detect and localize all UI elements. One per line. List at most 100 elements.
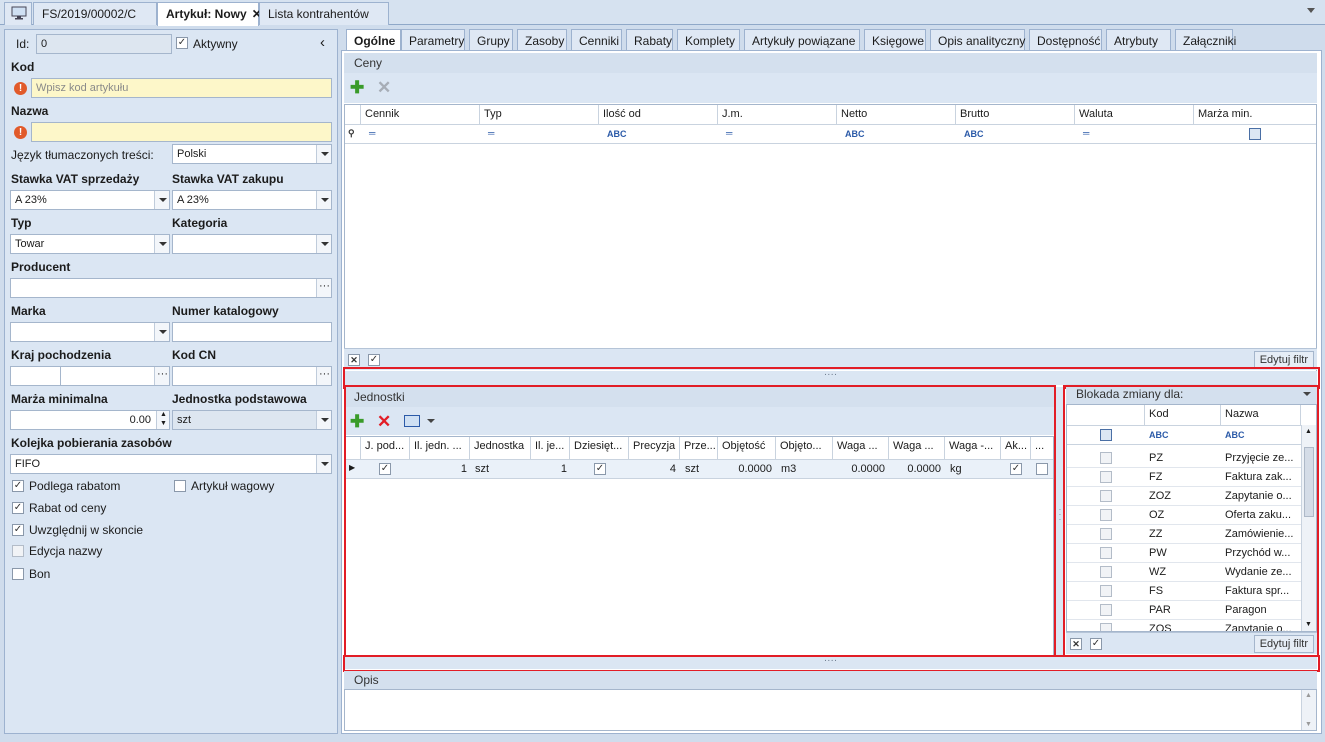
- waga-unit-cell[interactable]: kg: [950, 463, 962, 475]
- column-header[interactable]: Precyzja: [629, 437, 680, 459]
- vertical-scrollbar[interactable]: ▲ ▼: [1301, 690, 1316, 730]
- kod-cell[interactable]: ZZ: [1149, 528, 1162, 540]
- tab-ogolne[interactable]: Ogólne: [346, 29, 401, 52]
- bon-checkbox[interactable]: [12, 568, 24, 580]
- blokada-checkbox[interactable]: [1100, 452, 1112, 464]
- il-je-cell[interactable]: 1: [531, 463, 567, 475]
- scrollbar-thumb[interactable]: [1304, 447, 1314, 517]
- tab-zasoby[interactable]: Zasoby: [517, 29, 567, 51]
- waga-cell[interactable]: 0.0000: [833, 463, 885, 475]
- column-header[interactable]: Ak...: [1001, 437, 1031, 459]
- column-header[interactable]: Waga -...: [945, 437, 1001, 459]
- marza-minimalna-spinner[interactable]: 0.00 ▲ ▼: [10, 410, 170, 430]
- nazwa-cell[interactable]: Zapytanie o...: [1225, 623, 1299, 631]
- nazwa-cell[interactable]: Wydanie ze...: [1225, 566, 1299, 578]
- column-header[interactable]: Objętość: [718, 437, 776, 459]
- tab-parametry[interactable]: Parametry: [401, 29, 465, 51]
- table-row[interactable]: WZ Wydanie ze...: [1067, 563, 1301, 582]
- artykul-wagowy-checkbox[interactable]: [174, 480, 186, 492]
- kod-cell[interactable]: OZ: [1149, 509, 1164, 521]
- chevron-down-icon[interactable]: [316, 191, 331, 209]
- column-header[interactable]: Ilość od: [599, 105, 718, 124]
- extra-checkbox[interactable]: [1036, 463, 1048, 475]
- blokada-checkbox[interactable]: [1100, 547, 1112, 559]
- edycja-nazwy-checkbox[interactable]: [12, 545, 24, 557]
- kod-cell[interactable]: PW: [1149, 547, 1167, 559]
- table-row[interactable]: PW Przychód w...: [1067, 544, 1301, 563]
- ceny-filter-row[interactable]: ⚲ ═ ═ ABC ═ ABC ABC ═: [345, 124, 1316, 144]
- scroll-down-icon[interactable]: ▼: [1305, 621, 1312, 628]
- column-header[interactable]: Il. je...: [531, 437, 570, 459]
- jedn-podstawowa-checkbox[interactable]: ✓: [379, 463, 391, 475]
- nazwa-cell[interactable]: Paragon: [1225, 604, 1299, 616]
- column-header[interactable]: J.m.: [718, 105, 837, 124]
- ellipsis-icon[interactable]: ···: [316, 367, 331, 385]
- nazwa-cell[interactable]: Zapytanie o...: [1225, 490, 1299, 502]
- table-row[interactable]: FS Faktura spr...: [1067, 582, 1301, 601]
- blokada-checkbox[interactable]: [1100, 585, 1112, 597]
- kod-cell[interactable]: ZOS: [1149, 623, 1172, 631]
- ellipsis-icon[interactable]: ···: [154, 367, 169, 385]
- table-row[interactable]: PAR Paragon: [1067, 601, 1301, 620]
- przelicznik-cell[interactable]: szt: [685, 463, 699, 475]
- kod-input[interactable]: Wpisz kod artykułu: [31, 78, 332, 98]
- jednostka-cell[interactable]: szt: [475, 463, 489, 475]
- nazwa-cell[interactable]: Przychód w...: [1225, 547, 1299, 559]
- filter-enabled-checkbox[interactable]: ✓: [1090, 638, 1102, 650]
- clear-filter-icon[interactable]: ✕: [1070, 638, 1082, 650]
- column-header[interactable]: ...: [1031, 437, 1053, 459]
- blokada-checkbox[interactable]: [1100, 509, 1112, 521]
- column-header[interactable]: Waga ...: [833, 437, 889, 459]
- tab-artykul-nowy[interactable]: Artykuł: Nowy ✕: [157, 2, 262, 26]
- collapse-panel-icon[interactable]: ‹: [320, 34, 325, 51]
- tab-cenniki[interactable]: Cenniki: [571, 29, 622, 51]
- chevron-down-icon[interactable]: [316, 455, 331, 473]
- kraj-name-input[interactable]: ···: [60, 366, 170, 386]
- table-row[interactable]: FZ Faktura zak...: [1067, 468, 1301, 487]
- vat-sprzedazy-select[interactable]: A 23%: [10, 190, 170, 210]
- kod-cn-input[interactable]: ···: [172, 366, 332, 386]
- table-row[interactable]: ZOZ Zapytanie o...: [1067, 487, 1301, 506]
- kod-cell[interactable]: WZ: [1149, 566, 1166, 578]
- kod-cell[interactable]: PZ: [1149, 452, 1163, 464]
- numer-katalogowy-input[interactable]: [172, 322, 332, 342]
- kraj-code-input[interactable]: [10, 366, 61, 386]
- nazwa-cell[interactable]: Faktura spr...: [1225, 585, 1299, 597]
- jezyk-select[interactable]: Polski: [172, 144, 332, 164]
- blokada-checkbox[interactable]: [1100, 566, 1112, 578]
- column-header[interactable]: Il. jedn. ...: [410, 437, 470, 459]
- vertical-scrollbar[interactable]: ▲ ▼: [1301, 425, 1316, 631]
- aktywny-checkbox[interactable]: ✓: [176, 37, 188, 49]
- scroll-up-icon[interactable]: ▲: [1305, 428, 1312, 435]
- tab-rabaty[interactable]: Rabaty: [626, 29, 673, 51]
- column-header[interactable]: J. pod...: [361, 437, 410, 459]
- tab-fs-document[interactable]: FS/2019/00002/C: [33, 2, 157, 25]
- chevron-down-icon[interactable]: [154, 235, 169, 253]
- blokada-checkbox[interactable]: [1100, 490, 1112, 502]
- ellipsis-icon[interactable]: ···: [316, 279, 331, 297]
- chevron-down-icon[interactable]: [154, 191, 169, 209]
- delete-icon[interactable]: ✕: [377, 413, 391, 430]
- table-row[interactable]: OZ Oferta zaku...: [1067, 506, 1301, 525]
- tab-lista-kontrahentow[interactable]: Lista kontrahentów: [259, 2, 389, 25]
- tab-artykuly-powiazane[interactable]: Artykuły powiązane: [744, 29, 860, 51]
- table-row[interactable]: PZ Przyjęcie ze...: [1067, 449, 1301, 468]
- table-row[interactable]: ▶ ✓ 1 szt 1 ✓ 4 szt 0.0000 m3 0.0000 0.0…: [345, 459, 1053, 479]
- tab-opis-analityczny[interactable]: Opis analityczny: [930, 29, 1025, 51]
- nazwa-cell[interactable]: Faktura zak...: [1225, 471, 1299, 483]
- aktywna-checkbox[interactable]: ✓: [1010, 463, 1022, 475]
- tab-ksiegowe[interactable]: Księgowe: [864, 29, 926, 51]
- chevron-down-icon[interactable]: [316, 235, 331, 253]
- precyzja-cell[interactable]: 4: [629, 463, 676, 475]
- clear-filter-icon[interactable]: ✕: [348, 354, 360, 366]
- column-header[interactable]: Dziesięt...: [570, 437, 629, 459]
- column-header[interactable]: Prze...: [680, 437, 718, 459]
- horizontal-splitter[interactable]: ····: [344, 656, 1317, 669]
- objetosc-cell[interactable]: 0.0000: [718, 463, 772, 475]
- blokada-checkbox[interactable]: [1100, 528, 1112, 540]
- nazwa-cell[interactable]: Zamówienie...: [1225, 528, 1299, 540]
- producent-input[interactable]: ···: [10, 278, 332, 298]
- column-header[interactable]: Marża min.: [1194, 105, 1316, 124]
- checkbox-filter-icon[interactable]: [1100, 429, 1112, 441]
- tab-dostepnosc[interactable]: Dostępność: [1029, 29, 1102, 51]
